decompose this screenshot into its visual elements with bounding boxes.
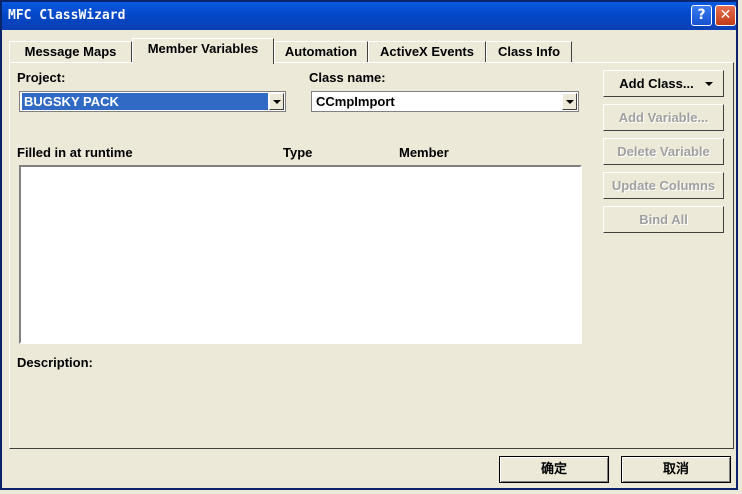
project-label: Project: <box>17 70 66 85</box>
update-columns-button[interactable]: Update Columns <box>603 172 724 199</box>
column-header-filled: Filled in at runtime <box>17 145 133 160</box>
bind-all-button[interactable]: Bind All <box>603 206 724 233</box>
tab-automation[interactable]: Automation <box>274 41 368 63</box>
classwizard-window: MFC ClassWizard ? ✕ Message Maps Member … <box>0 0 738 490</box>
add-class-label: Add Class... <box>619 76 694 91</box>
project-combo[interactable]: BUGSKY PACK <box>19 91 286 112</box>
description-label: Description: <box>17 355 93 370</box>
add-class-button[interactable]: Add Class... <box>603 70 724 97</box>
title-bar[interactable]: MFC ClassWizard ? ✕ <box>2 2 736 30</box>
help-icon[interactable]: ? <box>691 5 712 26</box>
ok-button[interactable]: 确定 <box>499 456 609 483</box>
tab-class-info[interactable]: Class Info <box>486 41 572 63</box>
tab-member-variables[interactable]: Member Variables <box>132 38 274 64</box>
add-variable-button[interactable]: Add Variable... <box>603 104 724 131</box>
tab-message-maps[interactable]: Message Maps <box>9 41 132 63</box>
window-title: MFC ClassWizard <box>8 8 126 23</box>
class-name-value: CCmpImport <box>316 94 395 109</box>
tab-activex-events[interactable]: ActiveX Events <box>368 41 486 63</box>
chevron-down-icon[interactable] <box>562 93 577 110</box>
cancel-button[interactable]: 取消 <box>621 456 731 483</box>
close-icon[interactable]: ✕ <box>715 5 736 26</box>
member-variable-list[interactable] <box>19 165 582 344</box>
class-name-combo[interactable]: CCmpImport <box>311 91 579 112</box>
class-name-label: Class name: <box>309 70 386 85</box>
project-value: BUGSKY PACK <box>22 93 268 110</box>
delete-variable-button[interactable]: Delete Variable <box>603 138 724 165</box>
column-header-member: Member <box>399 145 449 160</box>
column-header-type: Type <box>283 145 313 160</box>
chevron-down-icon <box>705 82 713 86</box>
chevron-down-icon[interactable] <box>269 93 284 110</box>
